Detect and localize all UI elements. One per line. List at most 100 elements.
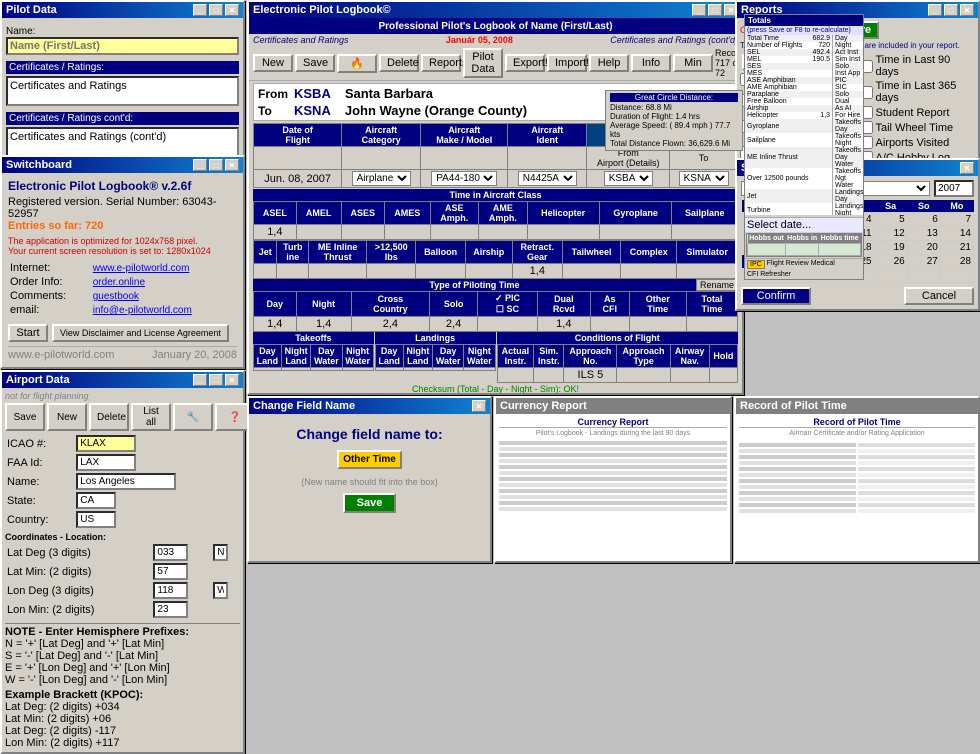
ipc-label[interactable]: IPC (747, 260, 765, 269)
calendar-day[interactable]: 20 (907, 241, 940, 255)
ap-name-input[interactable] (76, 473, 176, 490)
calendar-day[interactable]: 13 (907, 227, 940, 241)
sw-close-btn[interactable]: ✕ (225, 159, 239, 171)
lb-info-btn[interactable]: Info (631, 54, 671, 72)
total-val2: PIC (833, 77, 863, 84)
td-airship (465, 264, 512, 279)
disclaimer-btn[interactable]: View Disclaimer and License Agreement (52, 324, 229, 342)
lb-help-btn[interactable]: Help (589, 54, 629, 72)
cfi-refresher-label[interactable]: CFI Refresher (747, 271, 791, 278)
th-dual: DualRcvd (537, 292, 590, 317)
rp-maximize-btn[interactable]: □ (944, 4, 958, 16)
td-retract: 1,4 (512, 264, 562, 279)
sw-comments-label: Comments: (10, 290, 91, 302)
cf-save-btn[interactable]: Save (343, 493, 397, 513)
lat-dir-input[interactable] (213, 544, 228, 561)
lb-new-btn[interactable]: New (253, 54, 293, 72)
lb-export-btn[interactable]: Export! (505, 54, 545, 72)
ident-select[interactable]: N4425A (518, 171, 577, 186)
calendar-day[interactable]: 27 (907, 255, 940, 269)
lb-min-btn[interactable]: Min (673, 54, 713, 72)
confirm-btn[interactable]: Confirm (741, 287, 811, 305)
medical-label[interactable]: Medical (811, 260, 835, 269)
close-btn[interactable]: ✕ (225, 4, 239, 16)
lb-minimize-btn[interactable]: _ (692, 4, 706, 16)
lb-import-btn[interactable]: Import! (547, 54, 587, 72)
cal-close-btn[interactable]: ✕ (960, 162, 974, 174)
td-to-nw (342, 368, 373, 371)
pilot-time-table: Day Night CrossCountry Solo ✓ PIC☐ SC Du… (253, 291, 738, 332)
cert-field[interactable]: Certificates and Ratings (6, 76, 239, 106)
rename-btn[interactable]: Rename (696, 279, 738, 291)
total-val1: 682.9 (811, 35, 833, 42)
lon-dir-input[interactable] (213, 582, 228, 599)
make-select[interactable]: PA44-180 (431, 171, 497, 186)
sw-email-url[interactable]: info@e-pilotworld.com (93, 305, 192, 316)
flight-review-label[interactable]: Flight Review (767, 260, 809, 269)
start-btn[interactable]: Start (8, 324, 48, 342)
calendar-day[interactable]: 28 (940, 255, 973, 269)
lb-fire-btn[interactable]: 🔥 (337, 54, 377, 73)
sw-maximize-btn[interactable]: □ (209, 159, 223, 171)
cf-close-btn[interactable]: ✕ (472, 400, 486, 412)
minimize-btn[interactable]: _ (193, 4, 207, 16)
name-input[interactable] (6, 37, 239, 55)
year-input[interactable] (934, 180, 974, 197)
rp-minimize-btn[interactable]: _ (928, 4, 942, 16)
th-turbine: Turbine (277, 241, 309, 264)
total-label: ASE Amphibian (745, 77, 811, 84)
sw-internet-url[interactable]: www.e-pilotworld.com (93, 263, 190, 274)
td-hobbs-out[interactable] (748, 244, 786, 256)
rp-close-btn[interactable]: ✕ (960, 4, 974, 16)
cancel-btn[interactable]: Cancel (904, 287, 974, 305)
maximize-btn[interactable]: □ (209, 4, 223, 16)
calendar-day[interactable]: 21 (940, 241, 973, 255)
totals-row: SES Solo (745, 63, 863, 70)
ap-country-input[interactable] (76, 511, 116, 528)
ap-maximize-btn[interactable]: □ (209, 374, 223, 386)
lb-delete-btn[interactable]: Delete (379, 54, 419, 72)
ap-close-btn[interactable]: ✕ (225, 374, 239, 386)
logbook-titlebar: Electronic Pilot Logbook© _ □ ✕ (249, 2, 742, 18)
switchboard-window: Switchboard _ □ ✕ Electronic Pilot Logbo… (0, 155, 245, 369)
lb-reports-btn[interactable]: Reports (421, 54, 461, 72)
ap-state-input[interactable] (76, 492, 116, 509)
rp-tailwheel-row: Tail Wheel Time (860, 120, 976, 135)
ap-new-btn[interactable]: New (47, 403, 87, 431)
ap-listall-btn[interactable]: List all (131, 403, 171, 431)
from-select[interactable]: KSBA (604, 171, 653, 186)
lb-pilotdata-btn[interactable]: Pilot Data (463, 48, 503, 78)
to-select[interactable]: KSNA (679, 171, 729, 186)
lon-deg-input[interactable] (153, 582, 188, 599)
faa-input[interactable] (76, 454, 136, 471)
sw-minimize-btn[interactable]: _ (193, 159, 207, 171)
icao-input[interactable] (76, 435, 136, 452)
ap-delete-btn[interactable]: Delete (89, 403, 129, 431)
calendar-day[interactable]: 12 (874, 227, 907, 241)
cr-line10 (499, 495, 727, 499)
record-left (739, 441, 856, 515)
sw-comments-url[interactable]: guestbook (93, 291, 139, 302)
hobbs-section: Hobbs out Hobbs in Hobbs time (746, 233, 862, 257)
calendar-day[interactable]: 6 (907, 213, 940, 227)
calendar-day[interactable]: 7 (940, 213, 973, 227)
lat-deg-input[interactable] (153, 544, 188, 561)
ap-icon1-btn[interactable]: 🔧 (173, 403, 213, 431)
calendar-day[interactable]: 14 (940, 227, 973, 241)
from-name: Santa Barbara (345, 86, 433, 101)
td-hobbs-in[interactable] (786, 244, 819, 256)
other-time-btn[interactable]: Other Time (337, 450, 402, 469)
category-select[interactable]: Airplane (352, 171, 411, 186)
total-val2: Takeoffs Day (833, 119, 863, 133)
calendar-day[interactable]: 19 (874, 241, 907, 255)
calendar-day[interactable]: 5 (874, 213, 907, 227)
ap-save-btn[interactable]: Save (5, 403, 45, 431)
lb-maximize-btn[interactable]: □ (708, 4, 722, 16)
sw-optimized: The application is optimized for 1024x76… (8, 236, 237, 246)
lon-min-input[interactable] (153, 601, 188, 618)
calendar-day[interactable]: 26 (874, 255, 907, 269)
ap-minimize-btn[interactable]: _ (193, 374, 207, 386)
cert-cont-field[interactable]: Certificates and Ratings (cont'd) (6, 127, 239, 157)
sw-order-url[interactable]: order.online (93, 277, 145, 288)
lb-save-btn[interactable]: Save (295, 54, 335, 72)
